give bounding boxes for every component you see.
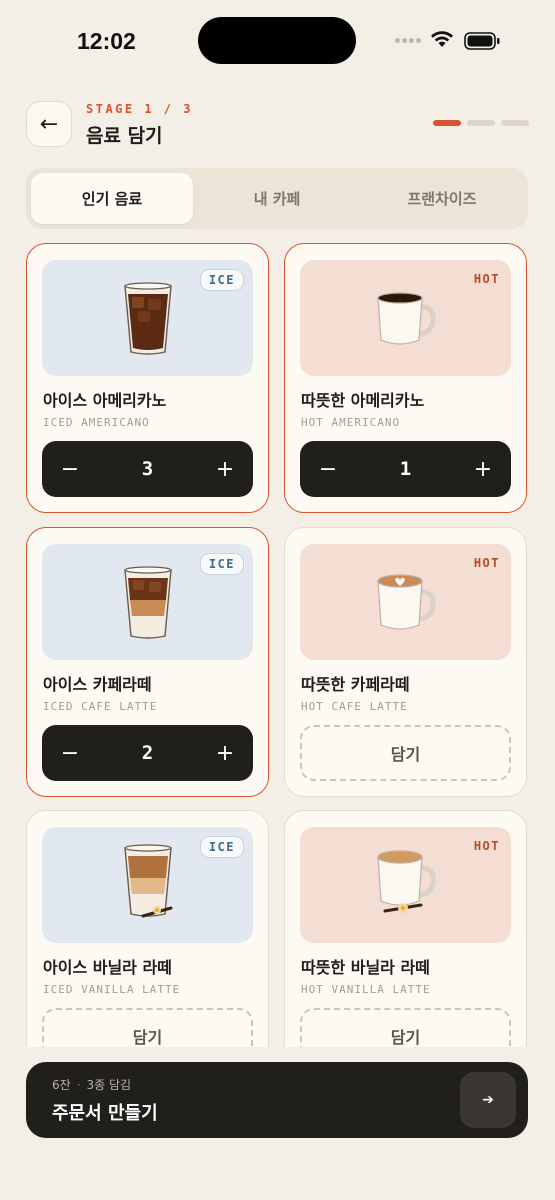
iced-americano-icon	[123, 282, 172, 355]
temp-badge: HOT	[473, 839, 500, 853]
category-tabs: 인기 음료 내 카페 프랜차이즈	[26, 168, 528, 229]
increase-button[interactable]: +	[455, 441, 511, 497]
stage-indicator: STAGE 1 / 3	[86, 102, 193, 116]
signal-icon	[395, 36, 421, 44]
iced-vanilla-latte-icon	[123, 844, 172, 918]
cup-count: 6잔	[52, 1078, 71, 1092]
progress-dot-1	[433, 120, 461, 126]
drink-thumbnail: HOT	[300, 827, 511, 943]
progress-dot-2	[467, 120, 495, 126]
create-order-label: 주문서 만들기	[52, 1103, 158, 1124]
temp-badge: HOT	[473, 556, 500, 570]
kind-count: 3종 담김	[86, 1078, 132, 1092]
add-to-cart-button[interactable]: 담기	[300, 1008, 511, 1047]
drink-english-name: ICED AMERICANO	[43, 416, 150, 429]
drink-thumbnail: ICE	[42, 260, 253, 376]
temp-badge: HOT	[473, 272, 500, 286]
proceed-button[interactable]: ➔	[460, 1072, 516, 1128]
temp-badge: ICE	[199, 836, 244, 858]
decrease-button[interactable]: −	[300, 441, 356, 497]
temp-badge: ICE	[199, 269, 244, 291]
tab-franchise[interactable]: 프랜차이즈	[361, 173, 523, 224]
quantity-value: 3	[141, 458, 154, 480]
tab-my-cafe[interactable]: 내 카페	[196, 173, 358, 224]
drink-card-iced-latte[interactable]: ICE 아이스 카페라떼 ICED CAFE LATTE − 2 +	[26, 527, 269, 797]
increase-button[interactable]: +	[197, 725, 253, 781]
drink-thumbnail: ICE	[42, 827, 253, 943]
arrow-left-icon: ←	[39, 111, 59, 137]
iced-latte-icon	[123, 566, 172, 639]
drink-name: 아이스 카페라떼	[43, 675, 152, 694]
drink-card-hot-latte[interactable]: HOT 따뜻한 카페라떼 HOT CAFE LATTE 담기	[284, 527, 527, 797]
drink-grid: ICE 아이스 아메리카노 ICED AMERICANO − 3 + HOT 따…	[26, 243, 528, 1047]
drink-english-name: ICED CAFE LATTE	[43, 700, 158, 713]
drink-card-iced-vanilla-latte[interactable]: ICE 아이스 바닐라 라떼 ICED VANILLA LATTE 담기	[26, 810, 269, 1047]
decrease-button[interactable]: −	[42, 441, 98, 497]
tab-popular[interactable]: 인기 음료	[31, 173, 193, 224]
battery-icon	[464, 32, 500, 50]
hot-vanilla-latte-icon	[376, 850, 436, 913]
drink-name: 따뜻한 바닐라 라떼	[301, 958, 430, 977]
drink-name: 아이스 아메리카노	[43, 391, 167, 410]
drink-thumbnail: HOT	[300, 260, 511, 376]
quantity-stepper: − 2 +	[42, 725, 253, 781]
quantity-stepper: − 3 +	[42, 441, 253, 497]
status-bar: 12:02	[0, 0, 555, 80]
quantity-value: 2	[141, 742, 154, 764]
quantity-stepper: − 1 +	[300, 441, 511, 497]
drink-english-name: HOT AMERICANO	[301, 416, 401, 429]
drink-thumbnail: ICE	[42, 544, 253, 660]
increase-button[interactable]: +	[197, 441, 253, 497]
page-title: 음료 담기	[86, 125, 163, 147]
arrow-right-icon: ➔	[482, 1092, 494, 1108]
add-to-cart-button[interactable]: 담기	[300, 725, 511, 781]
quantity-value: 1	[399, 458, 412, 480]
hot-americano-icon	[376, 292, 436, 345]
decrease-button[interactable]: −	[42, 725, 98, 781]
drink-name: 따뜻한 카페라떼	[301, 675, 410, 694]
status-time: 12:02	[77, 28, 136, 54]
temp-badge: ICE	[199, 553, 244, 575]
order-summary: 6잔 · 3종 담김	[52, 1076, 131, 1093]
dynamic-island	[198, 17, 356, 64]
progress-dot-3	[501, 120, 529, 126]
summary-separator: ·	[76, 1078, 81, 1092]
drink-name: 아이스 바닐라 라떼	[43, 958, 172, 977]
drink-name: 따뜻한 아메리카노	[301, 391, 425, 410]
add-to-cart-button[interactable]: 담기	[42, 1008, 253, 1047]
drink-thumbnail: HOT	[300, 544, 511, 660]
progress-dots	[433, 120, 529, 126]
drink-card-hot-americano[interactable]: HOT 따뜻한 아메리카노 HOT AMERICANO − 1 +	[284, 243, 527, 513]
drink-card-hot-vanilla-latte[interactable]: HOT 따뜻한 바닐라 라떼 HOT VANILLA LATTE 담기	[284, 810, 527, 1047]
wifi-icon	[431, 31, 453, 47]
drink-english-name: HOT CAFE LATTE	[301, 700, 408, 713]
drink-english-name: HOT VANILLA LATTE	[301, 983, 431, 996]
hot-latte-icon	[376, 574, 436, 630]
back-button[interactable]: ←	[26, 101, 72, 147]
drink-english-name: ICED VANILLA LATTE	[43, 983, 181, 996]
create-order-bar[interactable]: 6잔 · 3종 담김 주문서 만들기 ➔	[26, 1062, 528, 1138]
drink-card-iced-americano[interactable]: ICE 아이스 아메리카노 ICED AMERICANO − 3 +	[26, 243, 269, 513]
